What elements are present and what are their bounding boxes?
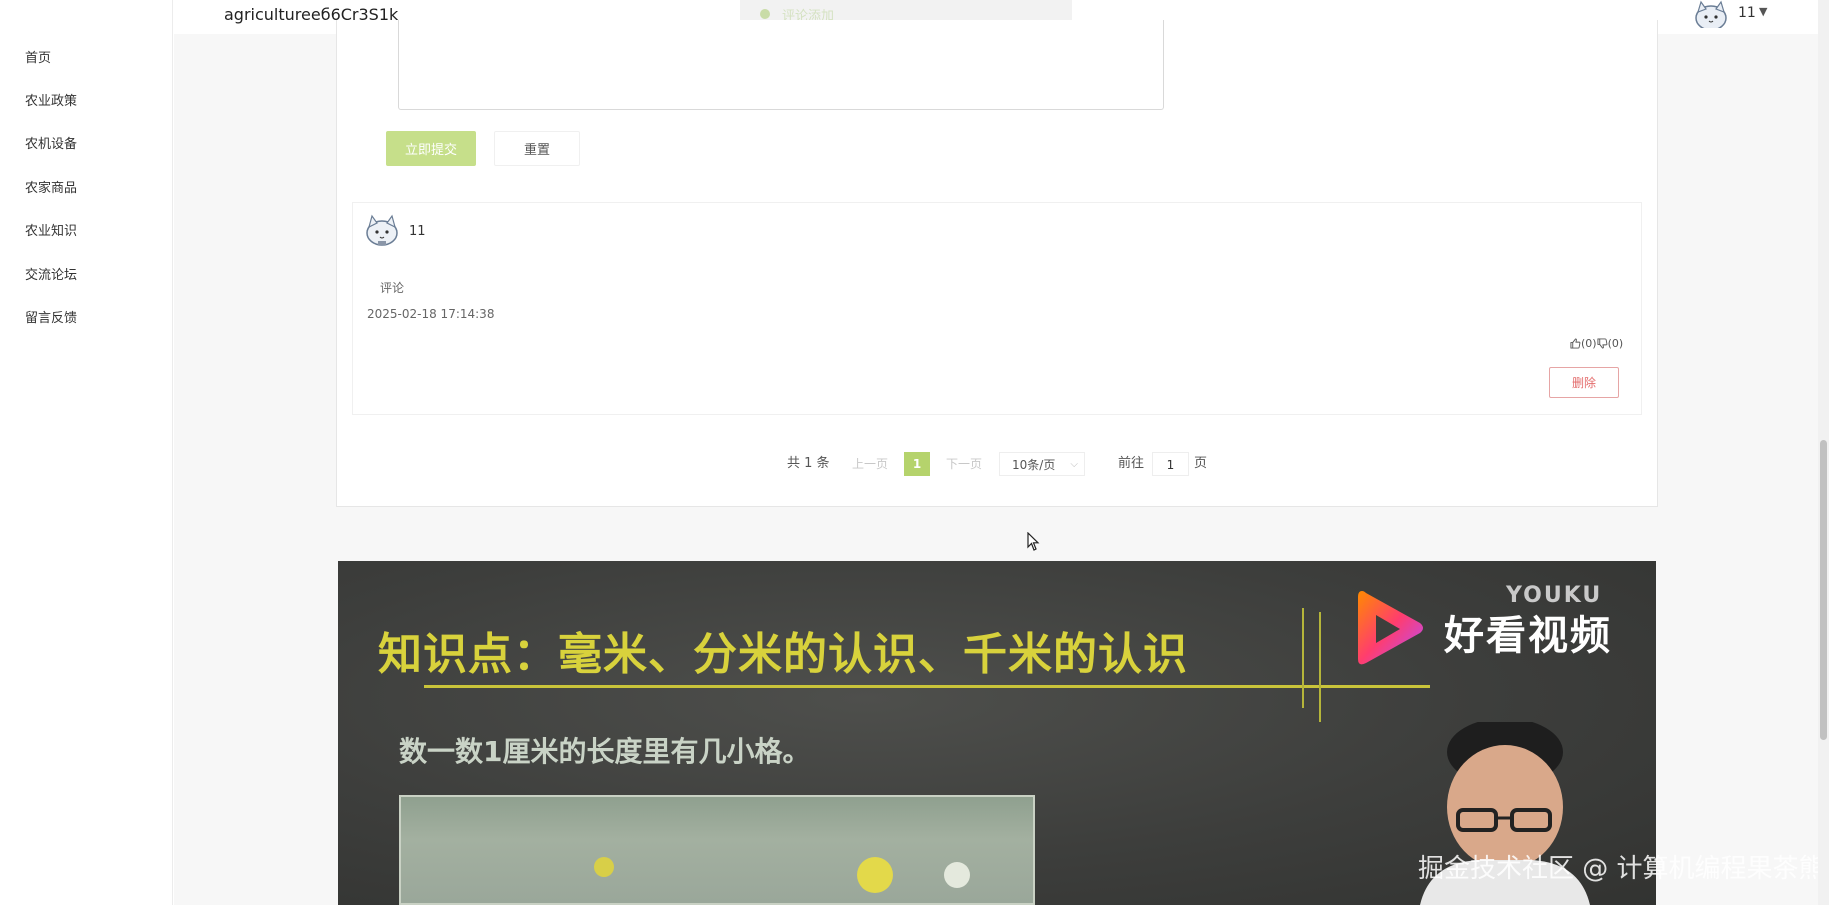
page-size-select[interactable]: 10条/页 ⌵: [999, 452, 1085, 476]
decoration-circle: [944, 862, 970, 888]
sidebar-item-equipment[interactable]: 农机设备: [25, 133, 77, 152]
sidebar-item-home[interactable]: 首页: [25, 47, 51, 66]
thumbs-down-icon[interactable]: [1597, 338, 1608, 349]
avatar-icon: [366, 214, 398, 246]
sidebar-item-products[interactable]: 农家商品: [25, 177, 77, 196]
watermark-text: 掘金技术社区 @ 计算机编程果茶熊: [1418, 854, 1825, 884]
next-page-button[interactable]: 下一页: [946, 452, 982, 476]
submit-button[interactable]: 立即提交: [386, 131, 476, 166]
title-underline: [424, 685, 1430, 688]
haokan-brand-text: 好看视频: [1444, 613, 1612, 659]
blackboard-image: [399, 795, 1035, 905]
reset-button[interactable]: 重置: [494, 131, 580, 166]
video-question-text: 数一数1厘米的长度里有几小格。: [399, 735, 811, 768]
page-size-value: 10条/页: [1012, 458, 1056, 472]
prev-page-button[interactable]: 上一页: [852, 452, 888, 476]
delete-button[interactable]: 删除: [1549, 367, 1619, 398]
pagination-total: 共 1 条: [787, 456, 830, 471]
chevron-down-icon[interactable]: ▼: [1759, 5, 1767, 18]
comment-username: 11: [409, 224, 426, 239]
divider: [1302, 608, 1304, 708]
user-avatar-icon[interactable]: [1694, 0, 1728, 28]
sidebar-item-forum[interactable]: 交流论坛: [25, 264, 77, 283]
mouse-cursor-icon: [1027, 532, 1040, 551]
divider: [1319, 612, 1321, 722]
page-number-current[interactable]: 1: [904, 452, 930, 476]
user-name[interactable]: 11: [1738, 5, 1756, 21]
comment-item: [352, 202, 1642, 415]
comment-timestamp: 2025-02-18 17:14:38: [367, 307, 495, 321]
goto-label: 前往: [1118, 456, 1145, 471]
vote-row: (0) (0): [1570, 337, 1623, 350]
success-icon: [760, 9, 770, 19]
like-count: (0): [1581, 337, 1597, 350]
thumbs-up-icon[interactable]: [1570, 338, 1581, 349]
sidebar-item-feedback[interactable]: 留言反馈: [25, 307, 77, 326]
video-title-text: 知识点：毫米、分米的认识、千米的认识: [378, 629, 1188, 680]
scrollbar-thumb[interactable]: [1820, 440, 1827, 740]
comment-textarea[interactable]: [398, 20, 1164, 110]
sidebar-item-knowledge[interactable]: 农业知识: [25, 220, 77, 239]
haokan-logo-icon: [1358, 591, 1423, 665]
goto-unit-label: 页: [1194, 456, 1208, 471]
goto-page-input[interactable]: 1: [1152, 452, 1189, 476]
sidebar-item-policy[interactable]: 农业政策: [25, 90, 77, 109]
sidebar: 首页 农业政策 农机设备 农家商品 农业知识 交流论坛 留言反馈: [0, 0, 173, 905]
dislike-count: (0): [1607, 337, 1624, 350]
comment-content: 评论: [380, 281, 405, 295]
sun-icon: [857, 857, 893, 893]
decoration-circle: [594, 857, 614, 877]
chevron-down-icon: ⌵: [1070, 459, 1078, 470]
